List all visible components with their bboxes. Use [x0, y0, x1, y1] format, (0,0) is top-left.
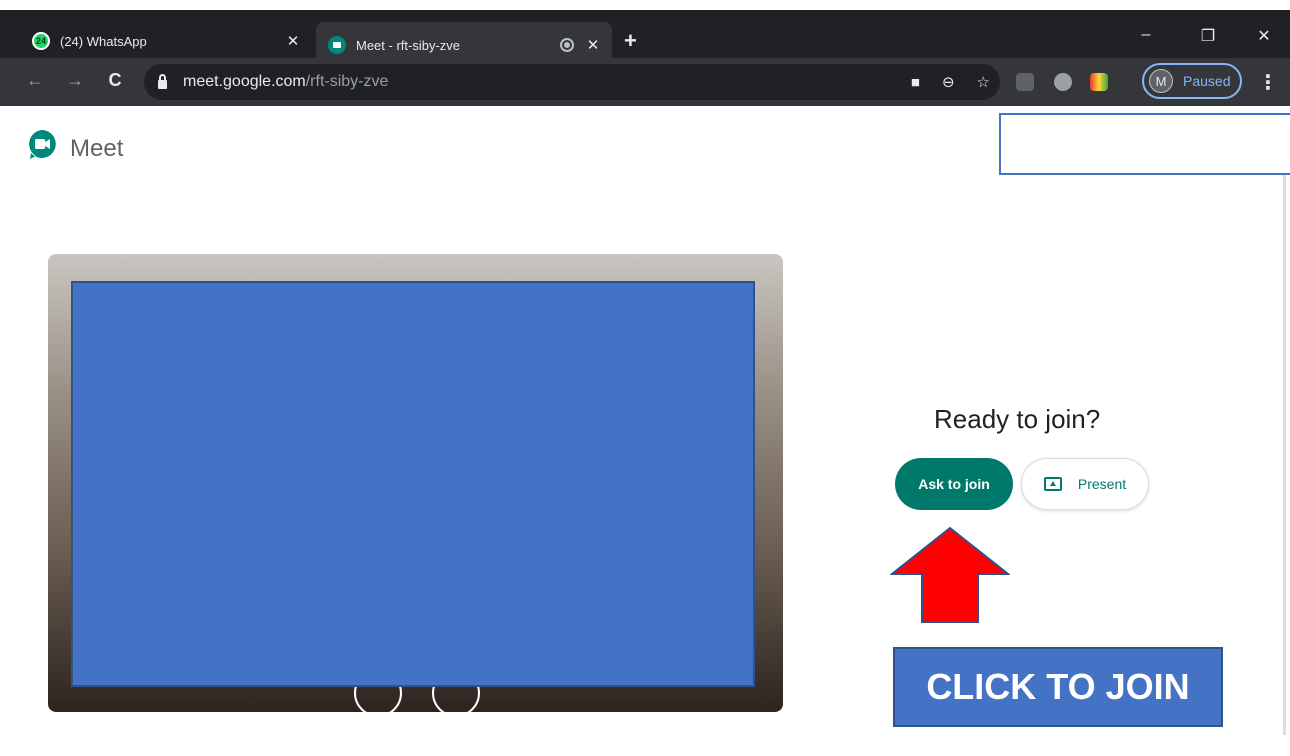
close-tab-icon[interactable]: ✕ — [582, 36, 604, 54]
whatsapp-icon: 24 — [32, 32, 50, 50]
minimize-button[interactable]: – — [1126, 26, 1166, 44]
profile-status: Paused — [1183, 73, 1231, 89]
lock-icon[interactable] — [158, 73, 167, 89]
omnibox-actions: ■ ⊖ ☆ — [911, 64, 990, 100]
meet-logo-icon — [29, 130, 56, 159]
close-window-button[interactable]: ✕ — [1244, 26, 1284, 46]
tab-whatsapp[interactable]: 24 (24) WhatsApp ✕ — [20, 24, 312, 58]
annotation-box — [999, 113, 1290, 175]
new-tab-button[interactable]: + — [624, 28, 637, 54]
address-bar[interactable]: meet.google.com /rft-siby-zve ■ ⊖ ☆ — [144, 64, 1000, 100]
reload-button[interactable]: C — [102, 70, 128, 91]
url-path: /rft-siby-zve — [305, 73, 389, 90]
recording-indicator-icon — [560, 38, 574, 52]
bookmark-star-icon[interactable]: ☆ — [977, 73, 990, 91]
browser-toolbar: ← → C meet.google.com /rft-siby-zve ■ ⊖ … — [0, 58, 1290, 106]
avatar: M — [1149, 69, 1173, 93]
tab-title: (24) WhatsApp — [60, 33, 147, 49]
close-tab-icon[interactable]: ✕ — [282, 32, 304, 50]
app-title: Meet — [70, 135, 124, 162]
click-to-join-callout: CLICK TO JOIN — [893, 647, 1223, 727]
forward-button[interactable]: → — [62, 70, 88, 91]
video-preview — [48, 254, 783, 712]
restore-button[interactable]: ❐ — [1188, 26, 1228, 46]
up-arrow-annotation-icon — [890, 526, 1010, 623]
scrollbar[interactable] — [1283, 175, 1286, 735]
tab-strip: 24 (24) WhatsApp ✕ Meet - rft-siby-zve ✕… — [0, 0, 1290, 68]
ask-to-join-button[interactable]: Ask to join — [895, 458, 1013, 510]
extension-icon[interactable] — [1016, 73, 1034, 91]
back-button[interactable]: ← — [22, 70, 48, 91]
present-label: Present — [1077, 476, 1127, 492]
preview-redaction-box — [71, 281, 755, 687]
url-host: meet.google.com — [183, 73, 306, 90]
present-button[interactable]: Present — [1021, 458, 1149, 510]
extension-icon[interactable] — [1054, 73, 1072, 91]
meet-favicon-icon — [328, 36, 346, 54]
ready-to-join-heading: Ready to join? — [934, 404, 1101, 434]
present-icon — [1043, 477, 1062, 491]
profile-button[interactable]: M Paused — [1142, 63, 1242, 99]
tab-title: Meet - rft-siby-zve — [356, 37, 461, 53]
camera-in-use-icon[interactable]: ■ — [911, 74, 920, 91]
extension-icon[interactable] — [1090, 73, 1108, 91]
browser-menu-button[interactable]: ⋮ — [1258, 70, 1278, 95]
zoom-icon[interactable]: ⊖ — [942, 73, 955, 91]
